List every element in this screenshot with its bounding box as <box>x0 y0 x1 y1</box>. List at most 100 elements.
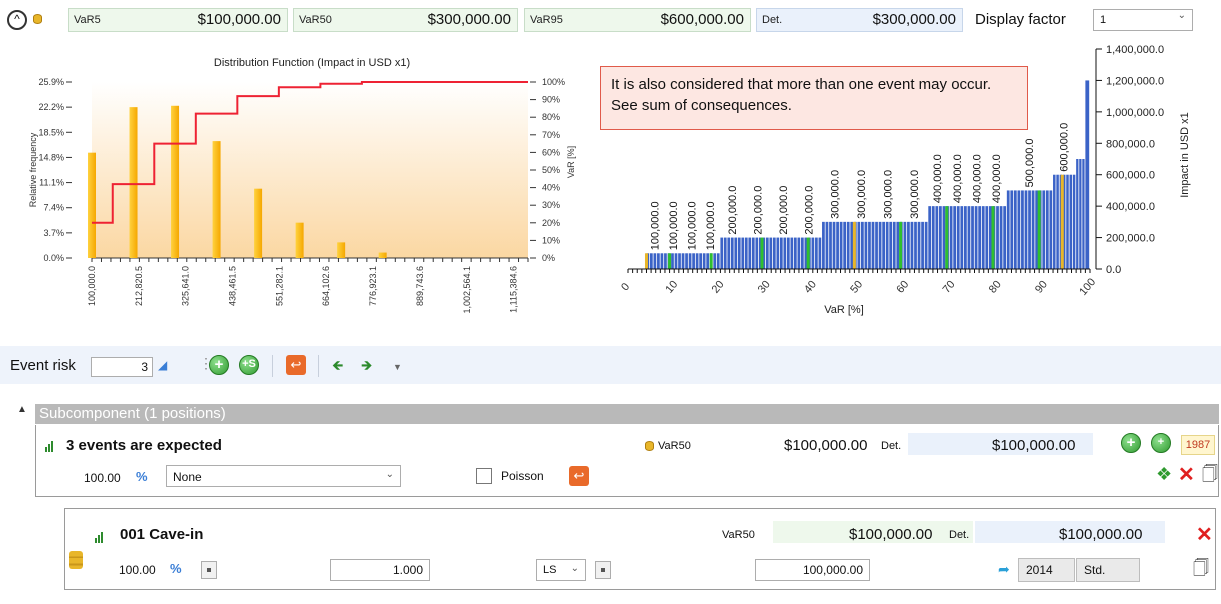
bar <box>129 107 138 258</box>
var-bar <box>964 206 967 269</box>
var-bar <box>653 253 657 269</box>
var-bar <box>931 206 935 269</box>
subcomponent-header[interactable]: Subcomponent (1 positions) <box>35 404 1219 424</box>
position-title: 001 Cave-in <box>120 526 204 543</box>
quantity-input[interactable]: 1.000 <box>330 559 430 581</box>
collapse-triangle-icon[interactable]: ▲ <box>17 404 27 415</box>
distribution-select[interactable]: None ⌄ <box>166 465 401 487</box>
var-bar <box>843 221 847 269</box>
y2-tick-label: 30% <box>542 200 560 210</box>
var-bar <box>811 237 815 269</box>
var-bar <box>1045 190 1049 269</box>
var95-value: $600,000.00 <box>660 11 744 28</box>
var-bar <box>1035 190 1039 269</box>
collapse-toggle-button[interactable]: ^ <box>7 10 27 30</box>
x-tick-label: 80 <box>987 279 1004 296</box>
add-button[interactable]: + <box>1121 433 1141 453</box>
add-subcomponent-button[interactable]: +S <box>239 355 259 375</box>
coins-icon <box>645 441 654 451</box>
var-bar <box>935 206 939 269</box>
var-marker <box>991 206 995 269</box>
x-tick-label: 90 <box>1033 279 1050 296</box>
percent-icon: % <box>136 469 148 484</box>
price-input[interactable]: 100,000.00 <box>755 559 870 581</box>
var-bar <box>815 237 818 269</box>
y-tick-label: 1,200,000.0 <box>1106 75 1164 87</box>
bar <box>88 152 96 258</box>
x-tick-label: 30 <box>756 279 773 296</box>
bar <box>212 141 221 258</box>
var-bar <box>885 221 889 269</box>
bar <box>295 222 304 258</box>
signal-bars-icon <box>95 529 104 543</box>
y-tick-label: 200,000.0 <box>1106 233 1155 245</box>
y2-tick-label: 70% <box>542 130 560 140</box>
bar-label: 600,000.0 <box>1059 123 1071 172</box>
var-bar <box>981 206 985 269</box>
y2-tick-label: 50% <box>542 165 560 175</box>
var-bar <box>942 206 946 269</box>
poisson-checkbox[interactable] <box>476 468 492 484</box>
add-button[interactable]: + <box>209 355 229 375</box>
var-bar <box>917 221 921 269</box>
var-bar <box>688 253 692 269</box>
var-bar <box>829 221 832 269</box>
y2-tick-label: 20% <box>542 218 560 228</box>
var-bar <box>786 237 790 269</box>
callout-text: It is also considered that more than one… <box>611 76 992 114</box>
x-tick-label: 100,000.0 <box>87 266 97 306</box>
document-icon[interactable]: 🗍 <box>1202 463 1218 490</box>
y-tick-label: 7.4% <box>43 203 64 213</box>
unit-select[interactable]: LS ⌄ <box>536 559 586 581</box>
arrow-right-icon[interactable]: 🡺 <box>361 355 372 379</box>
quantity-value: 1.000 <box>392 563 423 577</box>
var-bar <box>657 253 660 269</box>
var-bar <box>971 206 974 269</box>
display-factor-label: Display factor <box>975 11 1066 28</box>
var-bar <box>875 221 878 269</box>
x-tick-label: 70 <box>941 279 958 296</box>
chart-small-icon: ◢ <box>158 358 168 372</box>
bar-label: 100,000.0 <box>687 201 699 250</box>
var50-value: $300,000.00 <box>427 11 511 28</box>
bar-label: 200,000.0 <box>727 186 739 235</box>
display-factor-select[interactable]: 1 ⌄ <box>1093 9 1193 31</box>
var-bar <box>801 237 804 269</box>
var-bar <box>674 253 678 269</box>
add-clock-button[interactable]: + <box>1151 433 1171 453</box>
var-bar <box>797 237 801 269</box>
arrow-left-icon[interactable]: 🡸 <box>332 355 343 379</box>
document-icon[interactable]: 🗍 <box>1193 557 1209 584</box>
std-field[interactable]: Std. <box>1076 558 1140 582</box>
percent-icon: % <box>170 561 182 576</box>
var-bar <box>892 221 896 269</box>
year-field[interactable]: 2014 <box>1018 558 1075 582</box>
exit-icon[interactable]: ↩ <box>569 466 589 486</box>
var-bar <box>681 253 685 269</box>
event-risk-input[interactable]: 3 <box>91 357 153 377</box>
x-axis-label: VaR [%] <box>824 304 864 316</box>
var-bar <box>1017 190 1021 269</box>
var-bar <box>1076 159 1079 269</box>
var-bar <box>1042 190 1046 269</box>
var-bar <box>878 221 882 269</box>
delete-icon[interactable]: ✕ <box>1178 462 1195 487</box>
delete-icon[interactable]: ✕ <box>1196 522 1213 547</box>
y-tick-label: 800,000.0 <box>1106 138 1155 150</box>
var-bar <box>1072 174 1076 269</box>
var-bar <box>1069 174 1073 269</box>
refresh-arrow-icon[interactable]: ➦ <box>998 561 1010 578</box>
unit-formula-button[interactable] <box>595 561 611 579</box>
overflow-icon[interactable]: ▼ <box>393 362 402 372</box>
position-panel: 001 Cave-in VaR50 $100,000.00 Det. $100,… <box>64 508 1216 590</box>
x-tick-label: 40 <box>802 279 819 296</box>
x-tick-label: 438,461.5 <box>228 266 238 306</box>
puzzle-icon[interactable]: ❖ <box>1156 464 1172 485</box>
sub-det-value: $100,000.00 <box>992 437 1076 454</box>
exit-icon[interactable]: ↩ <box>286 355 306 375</box>
formula-button[interactable] <box>201 561 217 579</box>
sub-var-value: $100,000.00 <box>784 437 868 454</box>
var-bar <box>1024 190 1028 269</box>
var5-box: VaR5 $100,000.00 <box>68 8 288 32</box>
var-bar <box>999 206 1003 269</box>
